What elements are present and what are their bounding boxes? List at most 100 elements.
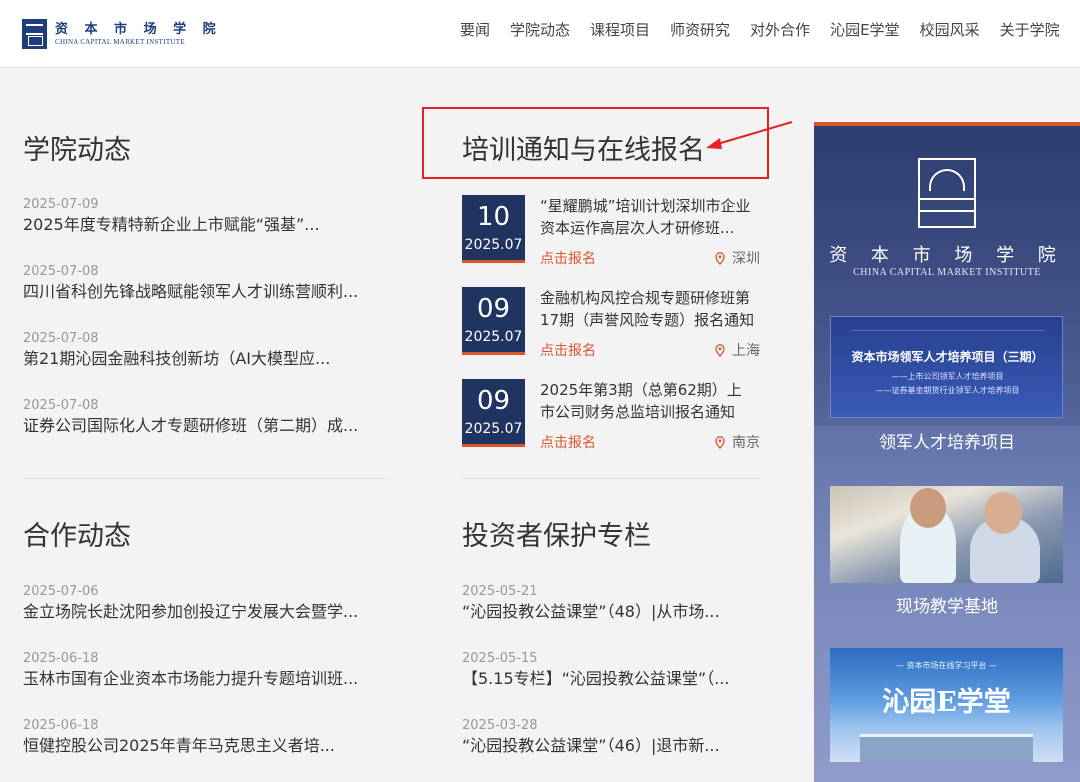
news-date: 2025-07-08 <box>23 398 99 413</box>
annotation-arrow-icon <box>706 121 793 149</box>
list-item[interactable]: 2025-07-09 2025年度专精特新企业上市赋能“强基”... <box>23 191 389 258</box>
logo-text: 资 本 市 场 学 院 CHINA CAPITAL MARKET INSTITU… <box>55 22 222 47</box>
investor-list: 2025-05-21 “沁园投教公益课堂”（48）|从市场... 2025-05… <box>462 578 760 779</box>
location: 南京 <box>715 432 760 452</box>
cooperation-list: 2025-07-06 金立场院长赴沈阳参加创投辽宁发展大会暨学... 2025-… <box>23 578 389 779</box>
logo-cn: 资 本 市 场 学 院 <box>55 21 222 37</box>
site-header: 资 本 市 场 学 院 CHINA CAPITAL MARKET INSTITU… <box>0 0 1080 68</box>
list-item[interactable]: 2025-07-08 第21期沁园金融科技创新坊（AI大模型应... <box>23 325 389 392</box>
building-illustration <box>860 734 1033 762</box>
sidebar-promo: 资 本 市 场 学 院 CHINA CAPITAL MARKET INSTITU… <box>814 122 1080 782</box>
banner-subtitle: ——证券基金期货行业领军人才培养项目 <box>875 386 1020 395</box>
signup-link[interactable]: 点击报名 <box>540 248 596 268</box>
news-title[interactable]: “沁园投教公益课堂”（46）|退市新... <box>462 734 760 758</box>
training-item-title[interactable]: 金融机构风控合规专题研修班第17期（声誉风险专题）报名通知 <box>540 287 756 331</box>
location: 上海 <box>715 340 760 360</box>
sidebar-logo-en: CHINA CAPITAL MARKET INSTITUTE <box>853 267 1041 278</box>
leader-program-banner[interactable]: 资本市场领军人才培养项目（三期） ——上市公司领军人才培养项目 ——证券基金期货… <box>830 316 1063 418</box>
location-text: 南京 <box>732 435 760 451</box>
site-logo[interactable]: 资 本 市 场 学 院 CHINA CAPITAL MARKET INSTITU… <box>22 19 222 49</box>
location: 深圳 <box>715 248 760 268</box>
onsite-teaching-photo[interactable] <box>830 486 1063 583</box>
news-title[interactable]: 金立场院长赴沈阳参加创投辽宁发展大会暨学... <box>23 600 389 624</box>
date-badge: 10 2025.07 <box>462 195 525 263</box>
date-year-month: 2025.07 <box>464 421 523 437</box>
news-title[interactable]: 证券公司国际化人才专题研修班（第二期）成... <box>23 414 389 438</box>
training-item-title[interactable]: 2025年第3期（总第62期）上市公司财务总监培训报名通知 <box>540 379 756 423</box>
location-pin-icon <box>715 251 725 265</box>
news-date: 2025-07-06 <box>23 584 99 599</box>
news-date: 2025-05-15 <box>462 651 538 666</box>
banner-logos <box>851 323 1044 331</box>
training-item[interactable]: 09 2025.07 2025年第3期（总第62期）上市公司财务总监培训报名通知… <box>462 379 760 471</box>
leader-program-caption[interactable]: 领军人才培养项目 <box>814 428 1080 453</box>
news-date: 2025-07-09 <box>23 197 99 212</box>
news-title[interactable]: 第21期沁园金融科技创新坊（AI大模型应... <box>23 347 389 371</box>
date-year-month: 2025.07 <box>464 329 523 345</box>
emblem-arc <box>929 169 965 191</box>
news-title[interactable]: “沁园投教公益课堂”（48）|从市场... <box>462 600 760 624</box>
list-item[interactable]: 2025-05-21 “沁园投教公益课堂”（48）|从市场... <box>462 578 760 645</box>
location-pin-icon <box>715 343 725 357</box>
banner-subtitle: — 资本市场在线学习平台 — <box>895 661 998 670</box>
news-title[interactable]: 四川省科创先锋战略赋能领军人才训练营顺利... <box>23 280 389 304</box>
news-title[interactable]: 2025年度专精特新企业上市赋能“强基”... <box>23 213 389 237</box>
logo-emblem-icon <box>22 19 47 49</box>
nav-item-e-learning[interactable]: 沁园E学堂 <box>830 0 899 60</box>
logo-en: CHINA CAPITAL MARKET INSTITUTE <box>55 37 185 46</box>
location-text: 深圳 <box>732 251 760 267</box>
divider <box>23 478 389 479</box>
training-item-title[interactable]: “星耀鹏城”培训计划深圳市企业资本运作高层次人才研修班... <box>540 195 756 239</box>
list-item[interactable]: 2025-03-28 “沁园投教公益课堂”（46）|退市新... <box>462 712 760 779</box>
nav-item-campus[interactable]: 校园风采 <box>920 0 980 60</box>
news-date: 2025-07-08 <box>23 331 99 346</box>
news-date: 2025-03-28 <box>462 718 538 733</box>
onsite-teaching-caption[interactable]: 现场教学基地 <box>814 592 1080 617</box>
signup-link[interactable]: 点击报名 <box>540 340 596 360</box>
main-nav: 要闻 学院动态 课程项目 师资研究 对外合作 沁园E学堂 校园风采 关于学院 <box>450 0 1070 60</box>
training-item[interactable]: 10 2025.07 “星耀鹏城”培训计划深圳市企业资本运作高层次人才研修班..… <box>462 195 760 287</box>
nav-item-cooperation[interactable]: 对外合作 <box>750 0 810 60</box>
nav-item-about[interactable]: 关于学院 <box>1000 0 1060 60</box>
news-title[interactable]: 玉林市国有企业资本市场能力提升专题培训班... <box>23 667 389 691</box>
date-badge: 09 2025.07 <box>462 379 525 447</box>
list-item[interactable]: 2025-06-18 恒健控股公司2025年青年马克思主义者培... <box>23 712 389 779</box>
list-item[interactable]: 2025-07-08 证券公司国际化人才专题研修班（第二期）成... <box>23 392 389 459</box>
date-day: 09 <box>476 386 511 416</box>
person-head <box>984 492 1022 534</box>
training-list: 10 2025.07 “星耀鹏城”培训计划深圳市企业资本运作高层次人才研修班..… <box>462 195 760 471</box>
news-title[interactable]: 【5.15专栏】“沁园投教公益课堂”（... <box>462 667 760 691</box>
list-item[interactable]: 2025-06-18 玉林市国有企业资本市场能力提升专题培训班... <box>23 645 389 712</box>
news-date: 2025-07-08 <box>23 264 99 279</box>
banner-heading: 资本市场领军人才培养项目（三期） <box>851 350 1044 364</box>
list-item[interactable]: 2025-07-08 四川省科创先锋战略赋能领军人才训练营顺利... <box>23 258 389 325</box>
date-day: 10 <box>476 202 511 232</box>
date-badge: 09 2025.07 <box>462 287 525 355</box>
nav-item-programs[interactable]: 课程项目 <box>590 0 650 60</box>
list-item[interactable]: 2025-05-15 【5.15专栏】“沁园投教公益课堂”（... <box>462 645 760 712</box>
college-news-title[interactable]: 学院动态 <box>23 128 131 167</box>
training-item[interactable]: 09 2025.07 金融机构风控合规专题研修班第17期（声誉风险专题）报名通知… <box>462 287 760 379</box>
nav-item-news[interactable]: 要闻 <box>460 0 490 60</box>
cooperation-title[interactable]: 合作动态 <box>23 514 131 553</box>
investor-title[interactable]: 投资者保护专栏 <box>462 514 651 553</box>
date-year-month: 2025.07 <box>464 237 523 253</box>
institute-emblem-icon <box>918 158 976 228</box>
emblem-band <box>920 198 974 212</box>
college-news-list: 2025-07-09 2025年度专精特新企业上市赋能“强基”... 2025-… <box>23 191 389 459</box>
nav-item-college-news[interactable]: 学院动态 <box>510 0 570 60</box>
signup-link[interactable]: 点击报名 <box>540 432 596 452</box>
sidebar-logo-cn: 资 本 市 场 学 院 <box>829 245 1065 266</box>
news-date: 2025-06-18 <box>23 651 99 666</box>
location-text: 上海 <box>732 343 760 359</box>
divider <box>462 478 760 479</box>
nav-item-faculty[interactable]: 师资研究 <box>670 0 730 60</box>
list-item[interactable]: 2025-07-06 金立场院长赴沈阳参加创投辽宁发展大会暨学... <box>23 578 389 645</box>
banner-subtitle: ——上市公司领军人才培养项目 <box>891 372 1004 381</box>
news-title[interactable]: 恒健控股公司2025年青年马克思主义者培... <box>23 734 389 758</box>
location-pin-icon <box>715 435 725 449</box>
person-head <box>910 488 946 528</box>
banner-heading: 沁园E学堂 <box>882 687 1011 718</box>
news-date: 2025-05-21 <box>462 584 538 599</box>
e-learning-banner[interactable]: — 资本市场在线学习平台 — 沁园E学堂 <box>830 648 1063 762</box>
